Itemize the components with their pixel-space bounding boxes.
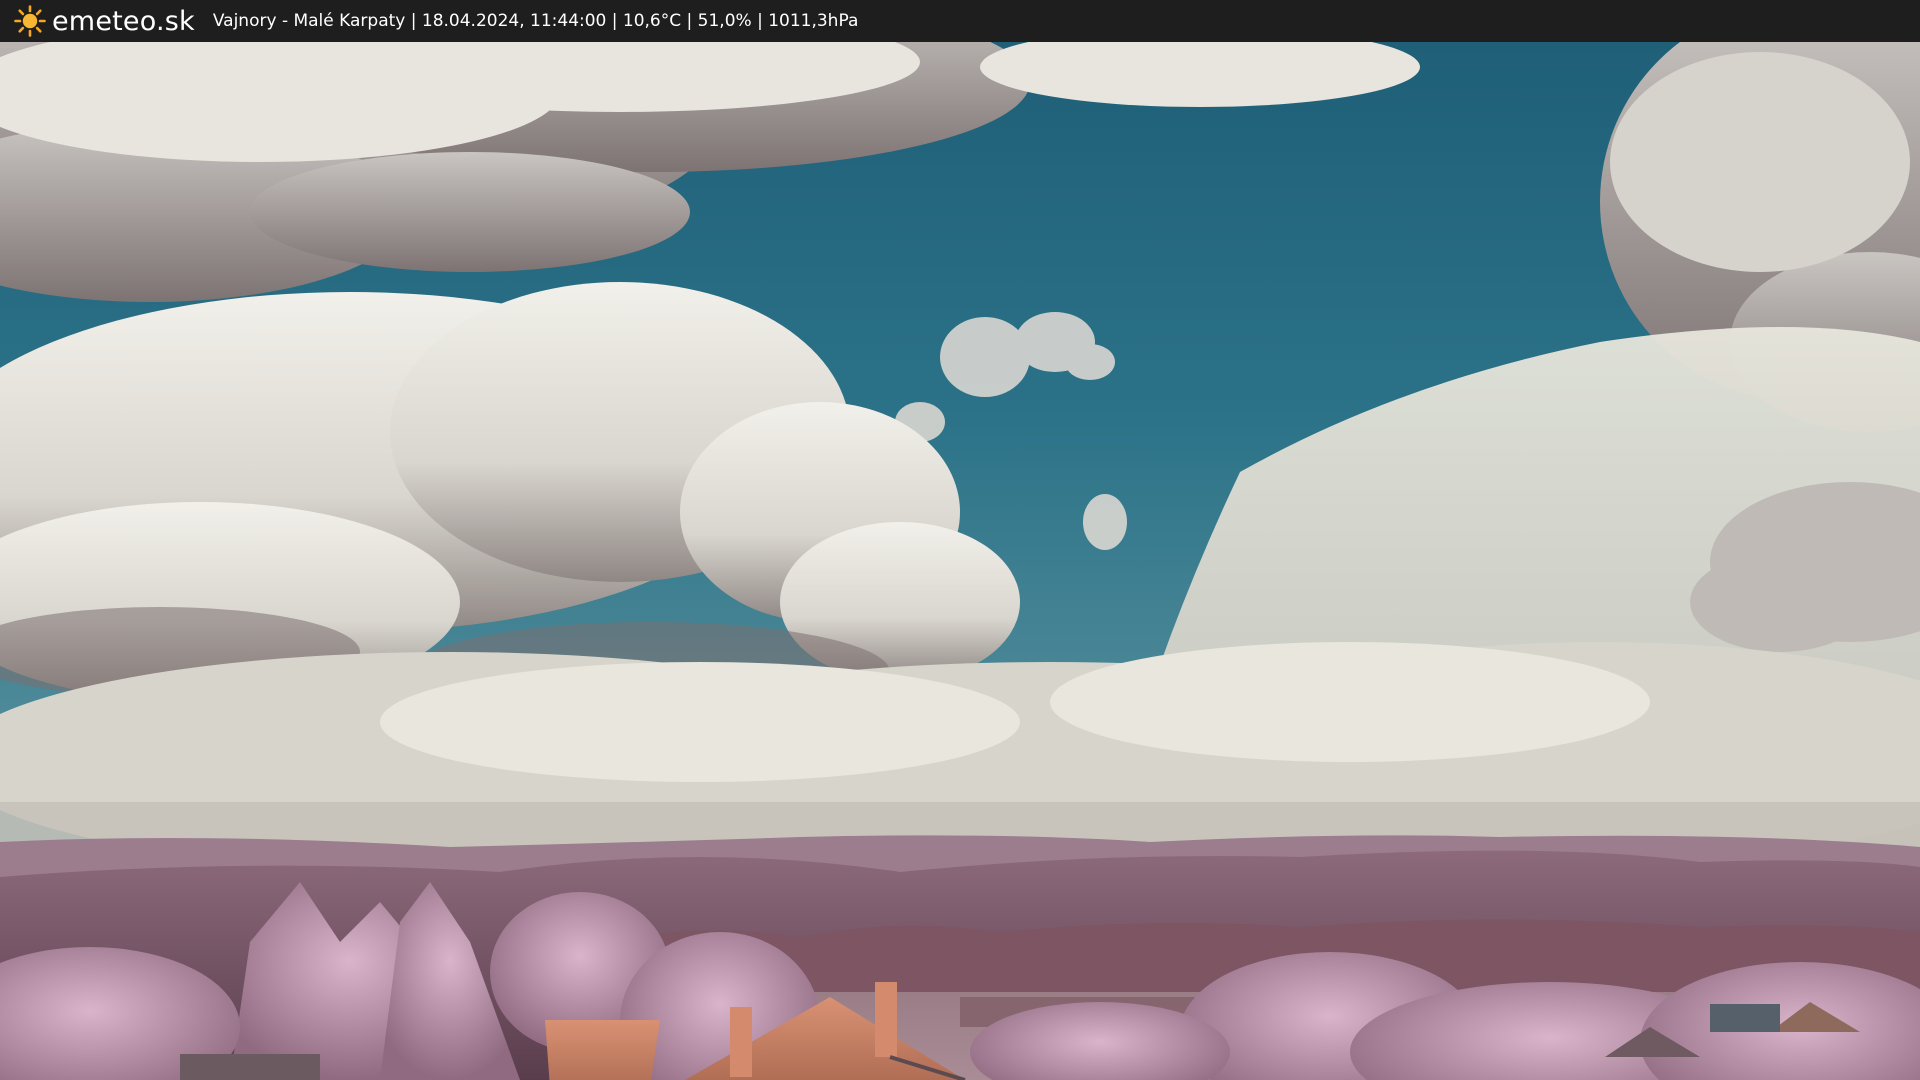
- info-bar: emeteo.sk Vajnory - Malé Karpaty | 18.04…: [0, 0, 1920, 42]
- webcam-image: [0, 42, 1920, 1080]
- webcam-view: emeteo.sk Vajnory - Malé Karpaty | 18.04…: [0, 0, 1920, 1080]
- brand-name: emeteo.sk: [52, 5, 195, 37]
- sun-icon: [14, 5, 46, 37]
- brand-logo[interactable]: emeteo.sk: [14, 5, 195, 37]
- station-readout: Vajnory - Malé Karpaty | 18.04.2024, 11:…: [212, 11, 859, 31]
